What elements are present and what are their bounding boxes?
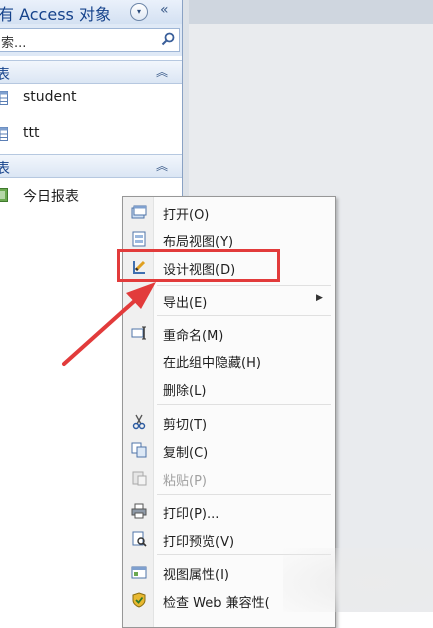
print-preview-icon [132,531,147,547]
search-bar: 索... [0,24,182,56]
cut-icon [132,414,146,430]
group-label: 表 [0,161,10,177]
search-icon[interactable] [160,31,176,47]
menu-item-label: 重命名(M) [163,329,224,344]
rename-icon [131,326,146,340]
nav-item-label: ttt [23,125,40,141]
menu-item-label: 剪切(T) [163,418,208,433]
report-icon [0,188,8,202]
copy-icon [131,442,147,458]
web-check-icon [132,592,146,608]
nav-pane-header[interactable]: 有 Access 对象 ▾ « [0,0,182,25]
search-input-text: 索... [1,36,27,51]
menu-separator [157,285,331,286]
menu-item-label: 在此组中隐藏(H) [163,356,261,371]
menu-item-print[interactable]: 打印(P)... [123,498,335,524]
menu-item-copy[interactable]: 复制(C) [123,437,335,463]
table-icon [0,127,8,141]
menu-item-label: 打印预览(V) [163,535,235,550]
menu-item-cut[interactable]: 剪切(T) [123,409,335,435]
collapse-group-icon[interactable]: ︽ [156,157,168,174]
search-input[interactable]: 索... [0,28,180,52]
collapse-group-icon[interactable]: ︽ [156,63,168,80]
menu-item-label: 布局视图(Y) [163,235,234,250]
paste-icon [132,471,147,486]
properties-icon [131,566,147,579]
highlight-annotation-box [117,249,280,282]
menu-item-delete[interactable]: 删除(L) [123,375,335,401]
nav-item-student[interactable]: student [0,83,182,113]
menu-separator [157,315,331,316]
menu-item-open[interactable]: 打开(O) [123,199,335,225]
print-icon [131,503,147,519]
menu-separator [157,494,331,495]
watermark [283,548,433,612]
collapse-pane-icon[interactable]: « [160,2,169,18]
nav-item-ttt[interactable]: ttt [0,119,182,149]
menu-item-hide-in-group[interactable]: 在此组中隐藏(H) [123,347,335,373]
menu-item-rename[interactable]: 重命名(M) [123,320,335,346]
menu-item-export[interactable]: 导出(E) ▶ [123,287,335,313]
nav-pane-title: 有 Access 对象 [0,5,111,24]
group-label: 表 [0,67,10,83]
menu-item-label: 检查 Web 兼容性( [163,596,270,611]
menu-separator [157,404,331,405]
group-header-tables[interactable]: 表 ︽ [0,60,182,84]
nav-item-label: student [23,89,77,105]
menu-item-label: 视图属性(I) [163,568,229,583]
menu-item-label: 复制(C) [163,446,209,461]
open-icon [131,205,147,219]
menu-item-label: 粘贴(P) [163,474,207,489]
menu-item-label: 删除(L) [163,384,207,399]
submenu-arrow-icon: ▶ [316,293,323,303]
chevron-down-icon[interactable]: ▾ [130,3,148,21]
menu-item-paste: 粘贴(P) [123,465,335,491]
table-icon [0,91,8,105]
group-header-reports[interactable]: 表 ︽ [0,154,182,178]
layout-view-icon [132,231,146,247]
menu-item-label: 打开(O) [163,208,210,223]
workspace-tab-strip [183,0,433,24]
menu-item-label: 打印(P)... [163,507,220,522]
nav-item-label: 今日报表 [23,189,79,205]
menu-item-label: 导出(E) [163,296,208,311]
